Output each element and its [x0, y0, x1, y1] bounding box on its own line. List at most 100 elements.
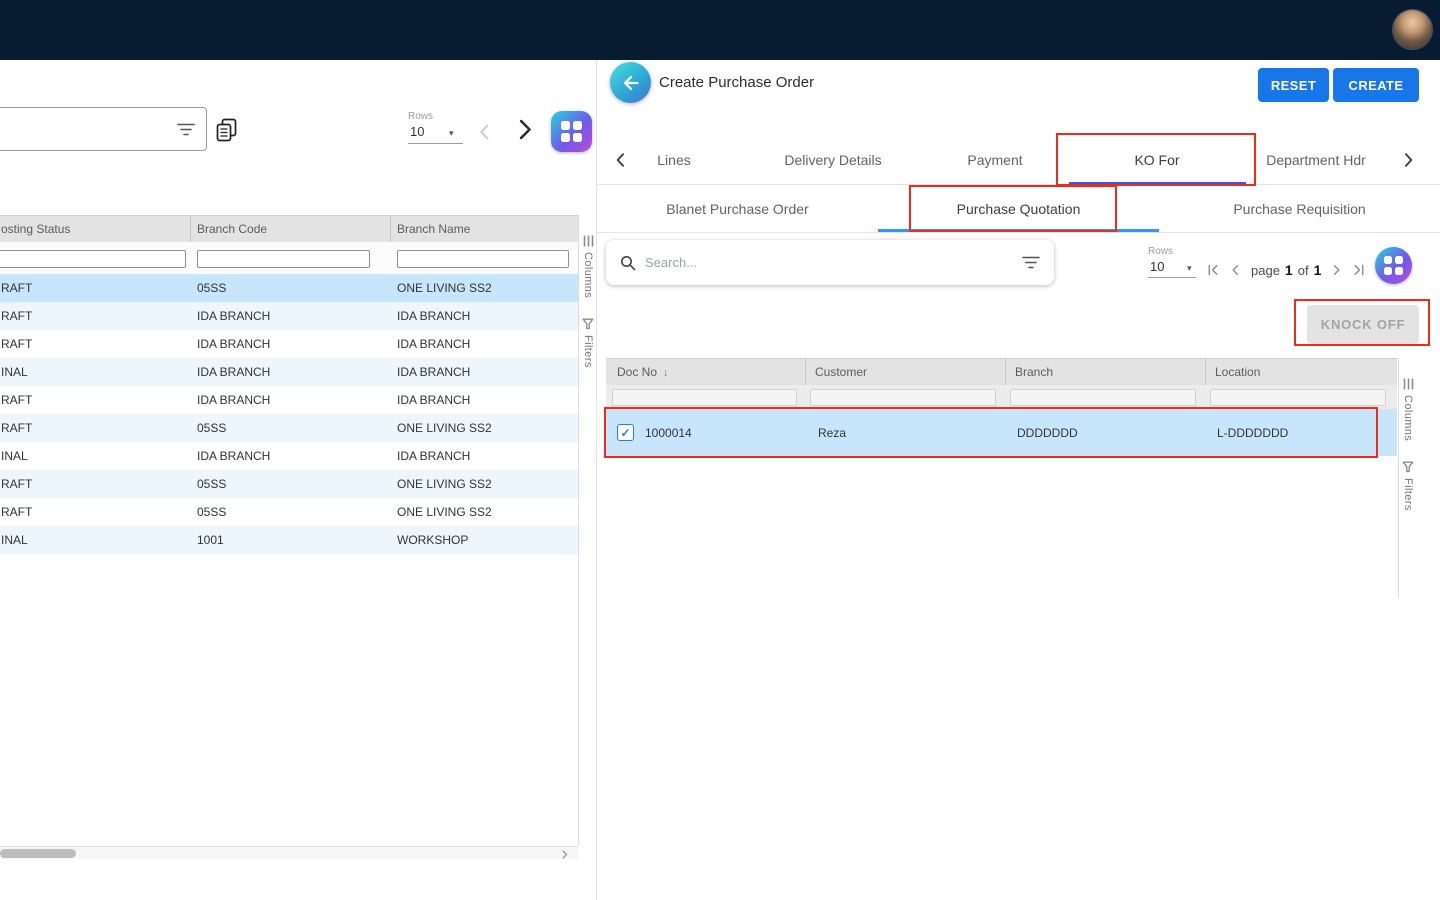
- tab-bar: Lines Delivery Details Payment KO For De…: [597, 135, 1440, 185]
- list-table-body: RAFT 05SS ONE LIVING SS2 RAFT IDA BRANCH…: [0, 60, 596, 900]
- filter-input-customer[interactable]: [810, 389, 996, 406]
- column-header-branch-name[interactable]: Branch Name: [397, 216, 470, 243]
- scroll-right-icon[interactable]: [559, 847, 570, 865]
- list-table-header: osting Status Branch Code Branch Name: [0, 215, 578, 242]
- cell-branch-name: IDA BRANCH: [397, 302, 470, 330]
- columns-label: Columns: [1402, 395, 1414, 441]
- cell-customer: Reza: [818, 410, 846, 456]
- filter-input-branch[interactable]: [1010, 389, 1196, 406]
- grid-view-button[interactable]: [551, 111, 592, 152]
- caret-down-icon[interactable]: ▾: [449, 128, 454, 139]
- prev-page-button[interactable]: [474, 121, 496, 148]
- column-header-branch[interactable]: Branch: [1015, 359, 1053, 386]
- cell-branch-code: 05SS: [197, 414, 226, 442]
- rows-per-page-select[interactable]: 10: [410, 124, 424, 139]
- rows-per-page-select[interactable]: 10: [1150, 259, 1164, 274]
- filters-toggle[interactable]: Filters: [1399, 461, 1417, 511]
- scrollbar-thumb[interactable]: [0, 849, 76, 858]
- table-row[interactable]: RAFT IDA BRANCH IDA BRANCH: [0, 330, 578, 358]
- reset-button[interactable]: RESET: [1258, 68, 1329, 102]
- filter-icon[interactable]: [177, 123, 195, 136]
- filter-input-posting-status[interactable]: [0, 250, 186, 268]
- columns-toggle[interactable]: Columns: [1399, 378, 1417, 441]
- table-row[interactable]: INAL IDA BRANCH IDA BRANCH: [0, 442, 578, 470]
- table-row[interactable]: RAFT IDA BRANCH IDA BRANCH: [0, 386, 578, 414]
- cell-branch-code: IDA BRANCH: [197, 330, 270, 358]
- table-row[interactable]: RAFT 05SS ONE LIVING SS2: [0, 274, 578, 302]
- column-header-location[interactable]: Location: [1215, 359, 1260, 386]
- caret-down-icon[interactable]: ▾: [1187, 263, 1192, 274]
- tab-delivery-details[interactable]: Delivery Details: [784, 152, 881, 168]
- cell-branch-code: 05SS: [197, 470, 226, 498]
- cell-location: L-DDDDDDD: [1217, 410, 1288, 456]
- cell-branch-code: IDA BRANCH: [197, 386, 270, 414]
- horizontal-scrollbar[interactable]: [0, 846, 578, 859]
- first-page-button[interactable]: [1207, 263, 1220, 277]
- back-button[interactable]: [610, 62, 651, 103]
- table-row[interactable]: RAFT 05SS ONE LIVING SS2: [0, 470, 578, 498]
- tabs-scroll-left-icon[interactable]: [611, 150, 631, 175]
- tabs-scroll-right-icon[interactable]: [1398, 150, 1418, 175]
- filter-input-branch-name[interactable]: [397, 250, 569, 268]
- column-header-posting-status[interactable]: osting Status: [1, 216, 70, 243]
- cell-branch-name: ONE LIVING SS2: [397, 470, 492, 498]
- table-row[interactable]: INAL IDA BRANCH IDA BRANCH: [0, 358, 578, 386]
- tab-ko-for[interactable]: KO For: [1134, 152, 1179, 168]
- create-button[interactable]: CREATE: [1333, 68, 1419, 102]
- filters-toggle[interactable]: Filters: [579, 318, 596, 368]
- columns-toggle[interactable]: Columns: [579, 235, 596, 298]
- grid-view-button[interactable]: [1375, 247, 1412, 284]
- list-search-input[interactable]: [7, 113, 109, 145]
- cell-branch-code: IDA BRANCH: [197, 442, 270, 470]
- cell-branch-name: IDA BRANCH: [397, 442, 470, 470]
- top-navbar: [0, 0, 1440, 60]
- sort-desc-icon[interactable]: ↓: [663, 367, 669, 379]
- columns-icon: [583, 235, 594, 247]
- row-checkbox[interactable]: ✓: [617, 424, 634, 441]
- cell-branch-name: WORKSHOP: [397, 526, 468, 554]
- next-page-button[interactable]: [1330, 263, 1343, 277]
- subtab-blanet-purchase-order[interactable]: Blanet Purchase Order: [597, 185, 878, 232]
- create-purchase-order-panel: Create Purchase Order RESET CREATE Lines…: [597, 60, 1440, 900]
- filter-input-location[interactable]: [1210, 389, 1386, 406]
- columns-icon: [1403, 378, 1414, 390]
- cell-branch-name: IDA BRANCH: [397, 386, 470, 414]
- cell-posting-status: INAL: [1, 442, 28, 470]
- table-row[interactable]: RAFT IDA BRANCH IDA BRANCH: [0, 302, 578, 330]
- page-title: Create Purchase Order: [659, 74, 814, 91]
- cell-posting-status: RAFT: [1, 274, 32, 302]
- quotation-table-header: Doc No↓ Customer Branch Location: [606, 358, 1397, 385]
- column-header-doc-no[interactable]: Doc No↓: [617, 359, 669, 387]
- copy-pages-icon[interactable]: [215, 118, 238, 143]
- subtab-purchase-quotation[interactable]: Purchase Quotation: [878, 185, 1159, 232]
- cell-branch: DDDDDDD: [1017, 410, 1078, 456]
- filters-label: Filters: [1402, 478, 1414, 511]
- tab-payment[interactable]: Payment: [967, 152, 1022, 168]
- cell-posting-status: RAFT: [1, 470, 32, 498]
- next-page-button[interactable]: [511, 116, 538, 148]
- pagination: page 1 of 1: [1207, 262, 1365, 278]
- filter-icon[interactable]: [1022, 256, 1040, 269]
- table-row[interactable]: RAFT 05SS ONE LIVING SS2: [0, 414, 578, 442]
- column-header-customer[interactable]: Customer: [815, 359, 867, 386]
- filter-input-branch-code[interactable]: [197, 250, 370, 268]
- knock-off-button[interactable]: KNOCK OFF: [1307, 305, 1419, 344]
- cell-doc-no: 1000014: [645, 410, 692, 456]
- cell-branch-name: IDA BRANCH: [397, 358, 470, 386]
- table-side-strip: Columns Filters: [578, 215, 596, 846]
- column-header-branch-code[interactable]: Branch Code: [197, 216, 267, 243]
- tab-department-hdr[interactable]: Department Hdr: [1266, 152, 1366, 168]
- quotation-search-input[interactable]: [645, 255, 1013, 270]
- rows-select-underline: [1148, 277, 1196, 278]
- quotation-row[interactable]: ✓ 1000014 Reza DDDDDDD L-DDDDDDD: [606, 410, 1397, 456]
- user-avatar[interactable]: [1393, 10, 1432, 49]
- subtab-purchase-requisition[interactable]: Purchase Requisition: [1159, 185, 1440, 232]
- table-row[interactable]: INAL 1001 WORKSHOP: [0, 526, 578, 554]
- cell-branch-name: ONE LIVING SS2: [397, 414, 492, 442]
- filter-input-doc-no[interactable]: [612, 389, 797, 406]
- last-page-button[interactable]: [1352, 263, 1365, 277]
- table-row[interactable]: RAFT 05SS ONE LIVING SS2: [0, 498, 578, 526]
- prev-page-button[interactable]: [1229, 263, 1242, 277]
- tab-lines[interactable]: Lines: [657, 152, 690, 168]
- table-side-strip: Columns Filters: [1398, 358, 1417, 598]
